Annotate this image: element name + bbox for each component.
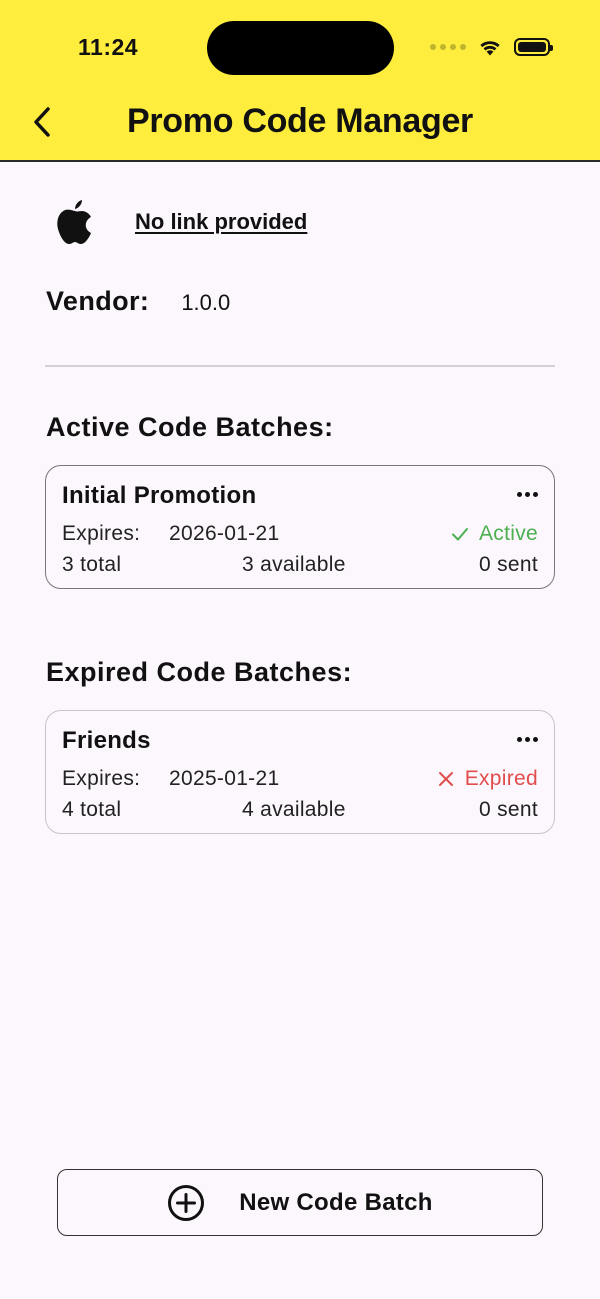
status-text: Active xyxy=(479,522,538,545)
expires-label: Expires: xyxy=(62,522,141,545)
status-badge: Active xyxy=(451,522,538,546)
dynamic-island xyxy=(207,21,394,75)
vendor-value: 1.0.0 xyxy=(181,290,231,315)
page-title: Promo Code Manager xyxy=(127,102,473,140)
wifi-icon xyxy=(480,41,500,56)
more-icon xyxy=(517,492,522,497)
status-time: 11:24 xyxy=(78,34,139,60)
x-icon xyxy=(438,772,453,786)
expires-date: 2026-01-21 xyxy=(169,522,280,545)
sent-count: 0 sent xyxy=(478,553,538,576)
battery-icon xyxy=(514,38,553,56)
available-count: 4 available xyxy=(242,798,346,821)
vendor-row: Vendor: 1.0.0 xyxy=(46,286,230,317)
more-options-button[interactable] xyxy=(515,488,540,501)
batch-card-active[interactable]: Initial Promotion Expires: 2026-01-21 Ac… xyxy=(45,465,555,589)
batch-card-expired[interactable]: Friends Expires: 2025-01-21 Expired 4 to… xyxy=(45,710,555,834)
expired-section-title: Expired Code Batches: xyxy=(46,657,353,687)
available-count: 3 available xyxy=(242,553,346,576)
divider xyxy=(45,365,555,367)
vendor-label: Vendor: xyxy=(46,286,150,316)
expires-date: 2025-01-21 xyxy=(169,767,280,790)
sent-count: 0 sent xyxy=(478,798,538,821)
total-count: 3 total xyxy=(62,553,122,576)
top-bar: 11:24 Promo Code Manager xyxy=(0,0,600,162)
status-icons xyxy=(430,36,553,58)
apple-logo-icon xyxy=(57,200,91,244)
check-icon xyxy=(452,528,468,541)
cellular-signal-icon xyxy=(430,44,466,50)
batch-name: Initial Promotion xyxy=(62,482,257,509)
app-link-row: No link provided xyxy=(54,198,307,246)
active-section-title: Active Code Batches: xyxy=(46,412,334,442)
more-icon xyxy=(517,737,522,742)
expires-label: Expires: xyxy=(62,767,141,790)
status-badge: Expired xyxy=(437,767,538,791)
more-options-button[interactable] xyxy=(515,733,540,746)
new-code-batch-button[interactable]: New Code Batch xyxy=(57,1169,543,1236)
total-count: 4 total xyxy=(62,798,122,821)
batch-name: Friends xyxy=(62,727,151,754)
status-text: Expired xyxy=(464,767,538,790)
new-code-batch-label: New Code Batch xyxy=(239,1188,433,1216)
plus-circle-icon xyxy=(168,1184,205,1221)
app-store-link[interactable]: No link provided xyxy=(135,209,307,235)
